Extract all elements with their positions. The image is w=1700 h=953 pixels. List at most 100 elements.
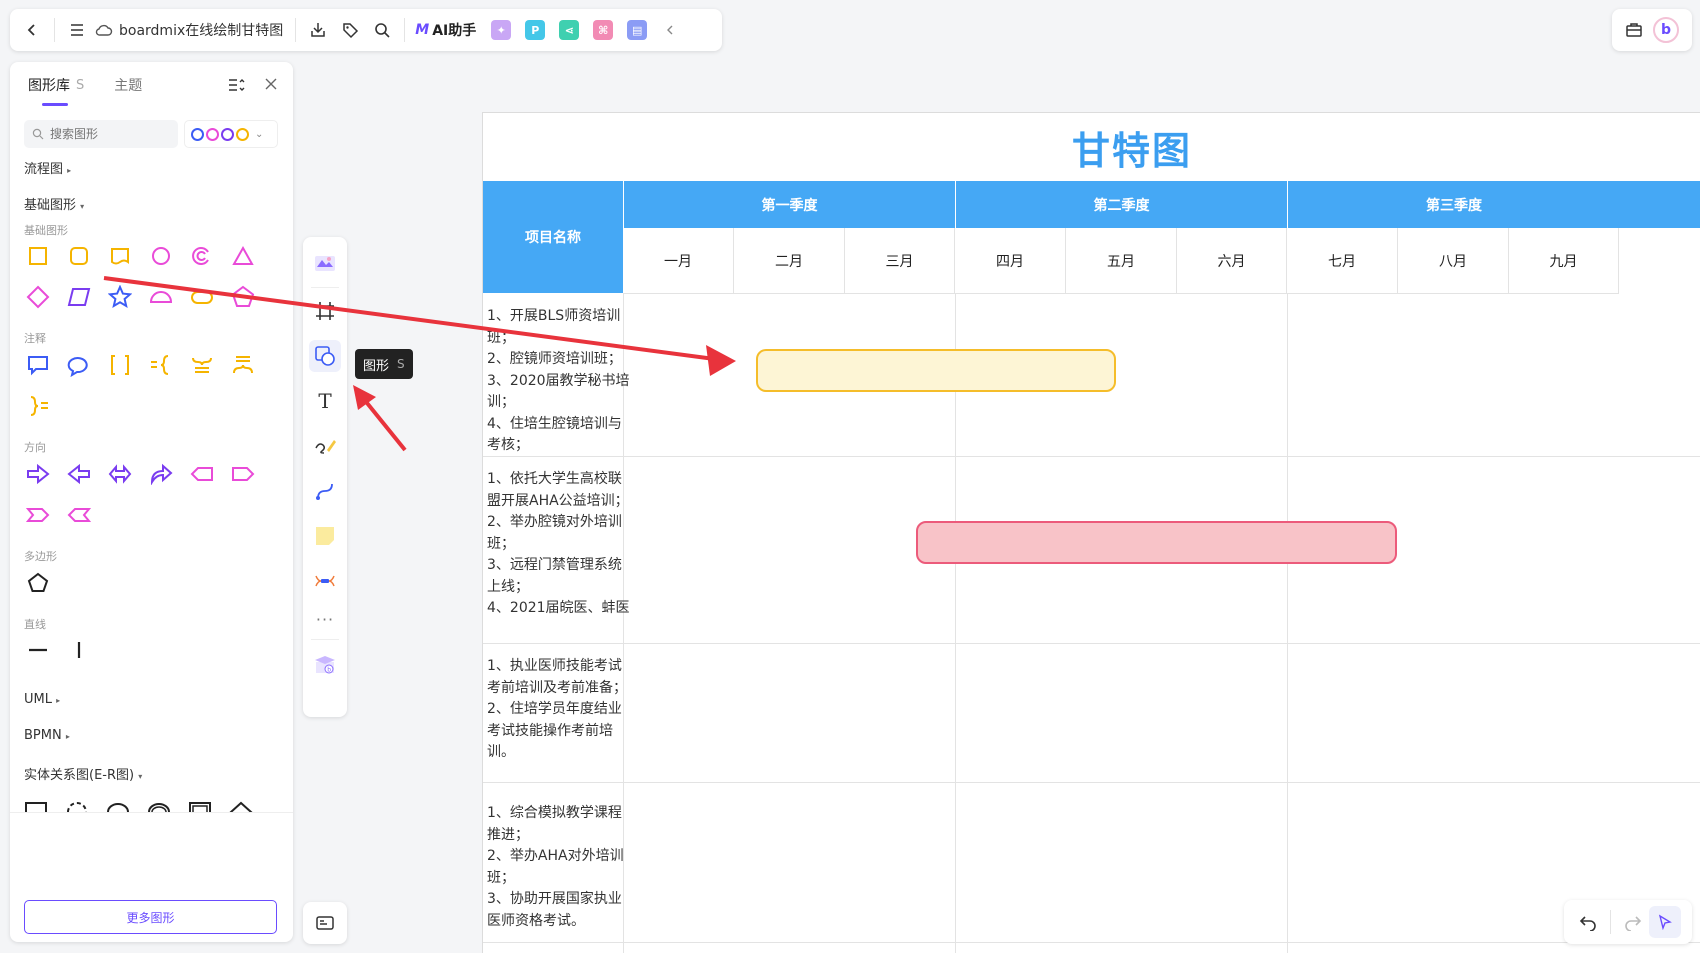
tab-theme[interactable]: 主题 (114, 62, 142, 108)
text-tool-icon[interactable]: T (309, 385, 341, 417)
pentagon-shape[interactable] (229, 283, 257, 311)
table-row: 1、执业医师技能考试考前培训及考前准备； 2、住培学员年度结业考试技能操作考前培… (483, 644, 1700, 783)
plugin-store-icon[interactable]: b (309, 649, 341, 681)
toolbox-icon[interactable] (1618, 14, 1650, 46)
frame-icon[interactable] (309, 295, 341, 327)
tab-shapes[interactable]: 图形库 S (28, 62, 84, 108)
entity-shape[interactable] (24, 800, 48, 812)
category-er[interactable]: 实体关系图(E-R图) ▾ (24, 764, 142, 783)
search-input[interactable] (50, 127, 160, 141)
relationship-shape[interactable] (229, 800, 253, 812)
ai-assistant-button[interactable]: M AI助手 (415, 20, 476, 40)
board-title[interactable]: boardmix在线绘制甘特图 (119, 20, 283, 40)
brace-top-shape[interactable] (188, 351, 216, 379)
arrow-both-shape[interactable] (106, 460, 134, 488)
download-icon[interactable] (302, 14, 334, 46)
rect-callout-shape[interactable] (24, 351, 52, 379)
parallelogram-shape[interactable] (65, 283, 93, 311)
flowchart-plugin-icon[interactable]: ⌘ (593, 20, 614, 40)
task-description: 1、开展BLS师资培训班； 2、腔镜师资培训班； 3、2020届教学秘书培训； … (487, 308, 630, 453)
circle-shape[interactable] (147, 242, 175, 270)
chevron-right-shape[interactable] (24, 501, 52, 529)
quarter-3-header: 第三季度 (1287, 181, 1700, 228)
search-icon[interactable] (366, 14, 398, 46)
document-shape[interactable] (106, 242, 134, 270)
color-swatch-pink (206, 127, 219, 141)
mindmap-icon[interactable] (309, 565, 341, 597)
vertical-line-shape[interactable] (65, 636, 93, 664)
spiral-shape[interactable] (188, 242, 216, 270)
vertical-toolbar: T ··· b (303, 237, 347, 717)
tag-icon[interactable] (334, 14, 366, 46)
pen-tool-icon[interactable] (309, 430, 341, 462)
square-shape[interactable] (24, 242, 52, 270)
category-uml[interactable]: UML ▸ (24, 692, 60, 707)
caret-right-icon: ▸ (65, 732, 70, 741)
divider (404, 18, 406, 42)
month-header: 六月 (1177, 228, 1287, 294)
tag-right-shape[interactable] (229, 460, 257, 488)
back-icon[interactable] (16, 14, 48, 46)
close-icon[interactable] (263, 76, 279, 96)
annotation-arrow-line (361, 396, 407, 452)
oval-callout-shape[interactable] (65, 351, 93, 379)
connector-icon[interactable] (309, 475, 341, 507)
ai-image-plugin-icon[interactable]: ✦ (491, 20, 512, 40)
top-toolbar: boardmix在线绘制甘特图 M AI助手 ✦ P ⋖ ⌘ ▤ (10, 9, 722, 51)
color-swatch-blue (191, 127, 204, 141)
collapse-icon[interactable] (654, 14, 686, 46)
arrow-left-shape[interactable] (65, 460, 93, 488)
brace-annotation-shape[interactable] (147, 351, 175, 379)
triangle-shape[interactable] (229, 242, 257, 270)
bracket-shape[interactable] (106, 351, 134, 379)
weak-entity-rect-shape[interactable] (188, 800, 212, 812)
category-basic[interactable]: 基础图形 ▾ (24, 194, 84, 213)
brace-bottom-shape[interactable] (229, 351, 257, 379)
shapes-tool-icon[interactable] (309, 340, 341, 372)
chat-plugin-icon[interactable]: ▤ (627, 20, 648, 40)
ppt-plugin-icon[interactable]: P (525, 20, 546, 40)
table-row: 1、综合模拟教学课程推进； 2、举办AHA对外培训班； 3、协助开展国家执业医师… (483, 783, 1700, 943)
diamond-shape[interactable] (24, 283, 52, 311)
task-description: 1、依托大学生高校联盟开展AHA公益培训； 2、举办腔镜对外培训班； 3、远程门… (487, 471, 630, 616)
month-header: 四月 (955, 228, 1066, 294)
month-header: 二月 (734, 228, 845, 294)
attribute-shape[interactable] (106, 800, 130, 812)
sort-icon[interactable] (227, 76, 245, 98)
arrow-right-shape[interactable] (24, 460, 52, 488)
star-shape[interactable] (106, 283, 134, 311)
avatar[interactable]: b (1650, 14, 1682, 46)
chevron-left-shape[interactable] (65, 501, 93, 529)
undo-icon[interactable] (1572, 906, 1604, 938)
template-icon[interactable] (309, 247, 341, 279)
tag-left-shape[interactable] (188, 460, 216, 488)
weak-entity-shape[interactable] (65, 800, 89, 812)
brace-right-shape[interactable] (24, 392, 52, 420)
gantt-board[interactable]: 甘特图 项目名称 第一季度 第二季度 第三季度 一月 二月 三月 四月 五月 六… (482, 112, 1700, 953)
color-filter-dropdown[interactable]: ⌄ (184, 120, 278, 148)
month-header: 三月 (845, 228, 955, 294)
category-flowchart[interactable]: 流程图 ▸ (24, 158, 71, 177)
horizontal-line-shape[interactable] (24, 636, 52, 664)
shape-search[interactable] (24, 120, 178, 148)
ai-assistant-label: AI助手 (432, 23, 477, 39)
more-shapes-button[interactable]: 更多图形 (24, 900, 277, 934)
select-cursor-icon[interactable] (1649, 906, 1681, 938)
multivalued-attribute-shape[interactable] (147, 800, 171, 812)
polygon-shape[interactable] (24, 569, 52, 597)
curved-arrow-shape[interactable] (147, 460, 175, 488)
capsule-shape[interactable] (188, 283, 216, 311)
quarter-2-header: 第二季度 (955, 181, 1287, 228)
minimap-button[interactable] (303, 902, 347, 944)
gantt-bar-pink[interactable] (916, 521, 1397, 564)
menu-icon[interactable] (61, 14, 93, 46)
redo-icon[interactable] (1617, 906, 1649, 938)
cloud-icon (93, 14, 115, 46)
rounded-square-shape[interactable] (65, 242, 93, 270)
semicircle-shape[interactable] (147, 283, 175, 311)
sticky-note-icon[interactable] (309, 520, 341, 552)
gantt-bar-yellow[interactable] (756, 349, 1116, 392)
mindmap-plugin-icon[interactable]: ⋖ (559, 20, 580, 40)
more-tools-icon[interactable]: ··· (309, 603, 341, 635)
category-bpmn[interactable]: BPMN ▸ (24, 728, 70, 743)
